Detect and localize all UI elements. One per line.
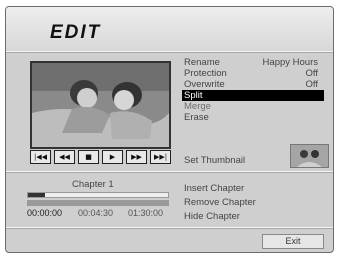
- menu-item-merge[interactable]: Merge: [182, 101, 324, 112]
- menu-item-value: Off: [305, 79, 319, 90]
- chapter-menu: Insert Chapter Remove Chapter Hide Chapt…: [184, 182, 256, 224]
- divider: [6, 171, 333, 173]
- timeline-bar: [27, 200, 169, 206]
- chapter-progress-fill: [28, 193, 45, 197]
- menu-item-protection[interactable]: Protection Off: [182, 68, 324, 79]
- menu-item-label: Erase: [184, 112, 209, 123]
- menu-item-split[interactable]: Split: [182, 90, 324, 101]
- time-current: 00:00:00: [27, 208, 63, 218]
- time-total: 01:30:00: [128, 208, 164, 218]
- play-icon[interactable]: ▶: [102, 150, 123, 164]
- menu-item-label: Merge: [184, 101, 211, 112]
- rewind-icon[interactable]: ◀◀: [54, 150, 75, 164]
- title-bar: EDIT: [6, 7, 333, 51]
- divider: [6, 227, 333, 229]
- menu-item-label: Rename: [184, 57, 220, 68]
- skip-forward-icon[interactable]: ▶▶|: [150, 150, 171, 164]
- page-title: EDIT: [50, 22, 102, 43]
- insert-chapter-item[interactable]: Insert Chapter: [184, 182, 256, 196]
- menu-item-value: Off: [305, 68, 319, 79]
- menu-item-label: Split: [184, 90, 203, 101]
- thumbnail-image: [290, 144, 329, 168]
- menu-item-rename[interactable]: Rename Happy Hours: [182, 57, 324, 68]
- edit-screen: EDIT |◀◀ ◀◀ ■ ▶ ▶▶ ▶▶| Rename Happy Hour…: [5, 6, 334, 253]
- menu-item-overwrite[interactable]: Overwrite Off: [182, 79, 324, 90]
- stop-icon[interactable]: ■: [78, 150, 99, 164]
- set-thumbnail-button[interactable]: Set Thumbnail: [184, 155, 245, 166]
- preview-image: [32, 63, 169, 147]
- edit-menu: Rename Happy Hours Protection Off Overwr…: [182, 57, 324, 123]
- skip-back-icon[interactable]: |◀◀: [30, 150, 51, 164]
- time-chapter: 00:04:30: [78, 208, 114, 218]
- remove-chapter-item[interactable]: Remove Chapter: [184, 196, 256, 210]
- exit-button[interactable]: Exit: [262, 234, 324, 249]
- transport-controls: |◀◀ ◀◀ ■ ▶ ▶▶ ▶▶|: [30, 150, 171, 164]
- divider: [6, 51, 333, 53]
- fast-forward-icon[interactable]: ▶▶: [126, 150, 147, 164]
- hide-chapter-item[interactable]: Hide Chapter: [184, 210, 256, 224]
- menu-item-label: Overwrite: [184, 79, 225, 90]
- chapter-progress-bar: [27, 192, 169, 198]
- menu-item-erase[interactable]: Erase: [182, 112, 324, 123]
- menu-item-label: Protection: [184, 68, 227, 79]
- video-preview: [30, 61, 171, 149]
- chapter-label: Chapter 1: [72, 179, 114, 190]
- menu-item-value: Happy Hours: [262, 57, 318, 68]
